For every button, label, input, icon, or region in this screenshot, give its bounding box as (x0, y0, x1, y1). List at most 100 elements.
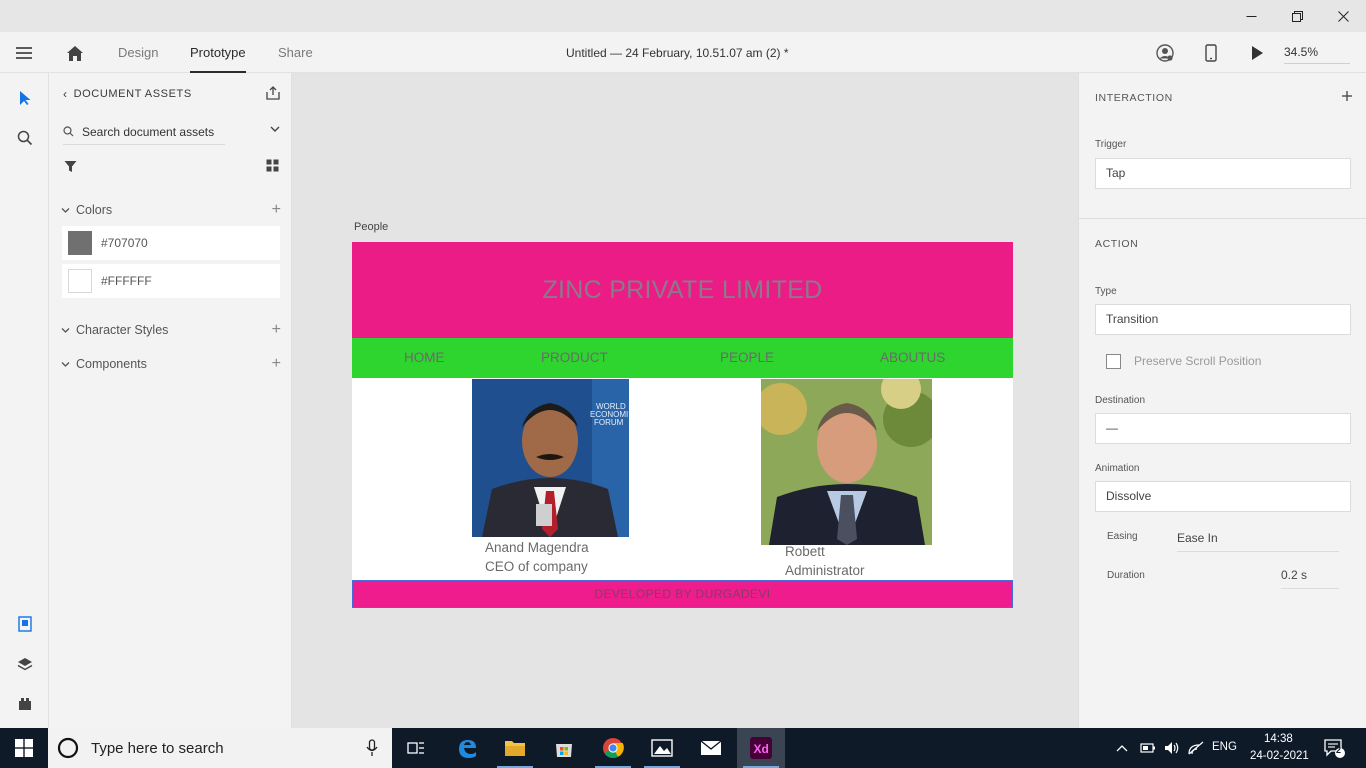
chevron-down-icon (61, 327, 70, 333)
search-icon (17, 130, 32, 146)
grid-view-button[interactable] (266, 159, 279, 175)
colors-section-label: Colors (76, 203, 113, 217)
trigger-label: Trigger (1095, 139, 1127, 150)
taskbar-chrome[interactable] (589, 728, 637, 768)
play-preview-button[interactable] (1250, 32, 1264, 73)
document-title: Untitled — 24 February, 10.51.07 am (2) … (566, 45, 789, 60)
pointer-icon (19, 91, 30, 105)
window-titlebar (0, 0, 1366, 32)
add-component-button[interactable]: + (272, 355, 281, 373)
network-tray-button[interactable] (1184, 728, 1208, 768)
taskbar-search-box[interactable]: Type here to search (48, 728, 392, 768)
hamburger-menu-button[interactable] (14, 32, 34, 73)
tab-design[interactable]: Design (118, 32, 158, 73)
battery-tray-button[interactable] (1136, 728, 1160, 768)
tool-rail (0, 73, 49, 728)
document-assets-panel: ‹ DOCUMENT ASSETS Search document assets (49, 73, 292, 728)
assets-search-placeholder: Search document assets (82, 124, 215, 139)
minimize-icon (1246, 15, 1256, 17)
add-color-button[interactable]: + (272, 201, 281, 219)
components-section-header[interactable]: Components + (61, 355, 281, 373)
preserve-scroll-checkbox[interactable] (1106, 354, 1121, 369)
tab-share[interactable]: Share (278, 32, 313, 73)
taskbar-mail[interactable] (687, 728, 735, 768)
design-canvas[interactable]: People ZINC PRIVATE LIMITED HOME PRODUCT… (292, 73, 1078, 728)
portrait-image (761, 379, 932, 545)
svg-text:Xd: Xd (754, 742, 769, 756)
duration-input[interactable]: 0.2 s (1281, 568, 1339, 589)
color-swatch-item[interactable]: #707070 (62, 226, 280, 260)
adobe-xd-icon: Xd (750, 737, 772, 759)
nav-item-home[interactable]: HOME (404, 338, 445, 378)
close-button[interactable] (1320, 0, 1366, 32)
type-select[interactable]: Transition (1095, 304, 1351, 335)
taskbar-adobe-xd[interactable]: Xd (737, 728, 785, 768)
show-hidden-icons-button[interactable] (1110, 728, 1134, 768)
action-center-button[interactable]: 2 (1314, 728, 1354, 768)
taskbar-file-explorer[interactable] (491, 728, 539, 768)
easing-label: Easing (1107, 531, 1138, 542)
add-interaction-button[interactable] (1341, 90, 1353, 105)
mobile-icon (1205, 43, 1217, 62)
artboard-nav-bar[interactable]: HOME PRODUCT PEOPLE ABOUTUS (352, 338, 1013, 378)
filter-button[interactable] (64, 160, 77, 176)
restore-button[interactable] (1274, 0, 1320, 32)
artboard-header-banner[interactable]: ZINC PRIVATE LIMITED (352, 242, 1013, 338)
assets-search-field[interactable]: Search document assets (63, 119, 225, 145)
person-2-caption: Robett Administrator (785, 542, 865, 580)
taskbar-edge[interactable] (443, 728, 491, 768)
section-divider (1079, 218, 1366, 219)
artboard-label[interactable]: People (354, 221, 388, 233)
wifi-icon (1188, 741, 1204, 755)
task-view-button[interactable] (392, 728, 440, 768)
artboard-people[interactable]: ZINC PRIVATE LIMITED HOME PRODUCT PEOPLE… (352, 242, 1013, 608)
select-tool-button[interactable] (0, 80, 49, 116)
start-button[interactable] (0, 728, 48, 768)
search-icon (63, 126, 74, 137)
animation-select[interactable]: Dissolve (1095, 481, 1351, 512)
filter-icon (64, 161, 77, 172)
export-icon (266, 86, 280, 100)
zoom-level-input[interactable]: 34.5% (1284, 42, 1350, 64)
account-button[interactable] (1156, 32, 1174, 73)
assets-back-button[interactable]: ‹ DOCUMENT ASSETS (63, 87, 192, 101)
share-assets-button[interactable] (265, 85, 281, 104)
nav-item-product[interactable]: PRODUCT (541, 338, 608, 378)
clock-time[interactable]: 14:38 (1264, 733, 1293, 745)
nav-item-aboutus[interactable]: ABOUTUS (880, 338, 945, 378)
assets-panel-button[interactable] (0, 606, 49, 642)
add-character-style-button[interactable]: + (272, 321, 281, 339)
color-swatch-label: #FFFFFF (101, 274, 152, 288)
hamburger-icon (16, 46, 32, 59)
taskbar-photos[interactable] (638, 728, 686, 768)
trigger-select[interactable]: Tap (1095, 158, 1351, 189)
character-styles-section-header[interactable]: Character Styles + (61, 321, 281, 339)
language-indicator[interactable]: ENG (1212, 741, 1237, 753)
person-photo-2[interactable] (761, 379, 932, 545)
assets-dropdown-button[interactable] (270, 123, 280, 137)
battery-icon (1140, 743, 1155, 753)
person-photo-1[interactable]: WORLD ECONOMI FORUM (472, 379, 629, 537)
home-button[interactable] (65, 32, 85, 73)
layers-panel-button[interactable] (0, 646, 49, 682)
device-preview-button[interactable] (1204, 32, 1218, 73)
volume-tray-button[interactable] (1160, 728, 1184, 768)
taskbar-store[interactable] (540, 728, 588, 768)
plugins-panel-button[interactable] (0, 686, 49, 722)
minimize-button[interactable] (1228, 0, 1274, 32)
chevron-up-icon (1116, 745, 1128, 752)
colors-section-header[interactable]: Colors + (61, 201, 281, 219)
person-1-caption: Anand Magendra CEO of company (485, 538, 589, 576)
artboard-footer[interactable]: DEVELOPED BY DURGADEVI (352, 580, 1013, 608)
tab-prototype[interactable]: Prototype (190, 32, 246, 73)
destination-select[interactable]: — (1095, 413, 1351, 444)
nav-item-people[interactable]: PEOPLE (720, 338, 774, 378)
zoom-tool-button[interactable] (0, 120, 49, 156)
easing-select[interactable]: Ease In (1177, 531, 1339, 552)
notification-count-badge: 2 (1336, 745, 1342, 755)
clock-date[interactable]: 24-02-2021 (1250, 750, 1309, 762)
folder-icon (505, 741, 525, 756)
close-icon (1337, 10, 1349, 22)
color-swatch-item[interactable]: #FFFFFF (62, 264, 280, 298)
photos-icon (651, 739, 673, 757)
